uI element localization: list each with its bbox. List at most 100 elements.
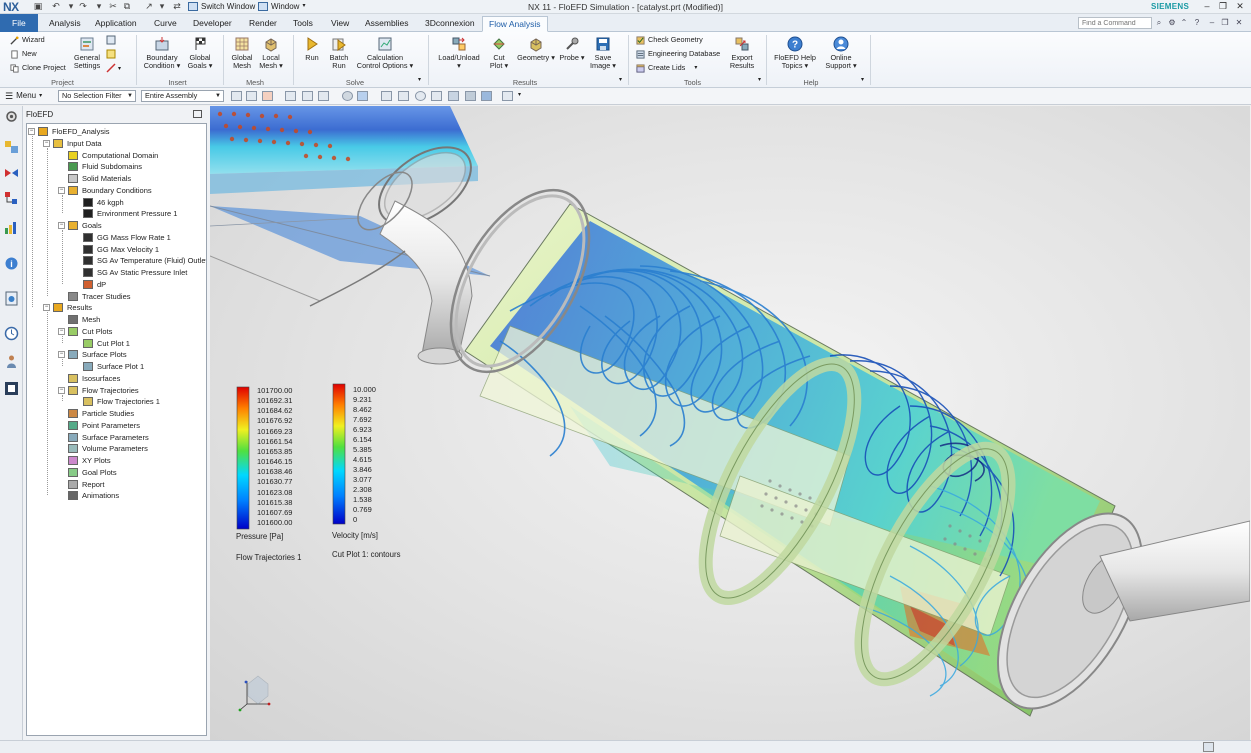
tree-item[interactable]: Mesh <box>58 314 100 325</box>
tree-item[interactable]: − Boundary Conditions <box>58 185 152 196</box>
floefd-analysis-tree-icon[interactable] <box>4 139 19 154</box>
menu-button[interactable]: ☰ Menu ▾ <box>5 90 42 102</box>
dropdown-icon[interactable]: ▾ <box>156 1 168 12</box>
minimize-icon[interactable]: – <box>1200 0 1214 13</box>
results-chart-icon[interactable] <box>4 220 19 235</box>
tab-render[interactable]: Render <box>243 16 283 32</box>
tree-item[interactable]: Point Parameters <box>58 420 140 431</box>
tree-item[interactable]: GG Max Velocity 1 <box>73 244 159 255</box>
collapse-toggle-icon[interactable]: − <box>58 186 65 194</box>
box-select-icon[interactable] <box>318 91 329 101</box>
chevron-down-icon[interactable]: ▾ <box>758 76 761 83</box>
tree-item[interactable]: − Goals <box>58 220 102 231</box>
graphics-viewport[interactable]: 101700.00 101692.31 101684.62 101676.92 1016… <box>210 106 1250 740</box>
engineering-database-button[interactable]: Engineering Database <box>636 49 720 59</box>
chevron-down-icon[interactable]: ▾ <box>118 65 121 72</box>
tab-curve[interactable]: Curve <box>148 16 183 32</box>
tree-item[interactable]: − Results <box>43 302 92 313</box>
tree-item[interactable]: Computational Domain <box>58 150 158 161</box>
restore-icon[interactable]: ❐ <box>1219 17 1231 29</box>
tree-item[interactable]: SG Av Temperature (Fluid) Outlet <box>73 255 206 266</box>
chevron-down-icon[interactable]: ▾ <box>518 91 521 98</box>
fit-view-icon[interactable] <box>381 91 392 101</box>
dropdown-icon[interactable]: ▾ <box>93 1 105 12</box>
roles-icon[interactable] <box>4 354 19 369</box>
system-scenes-icon[interactable] <box>4 381 19 396</box>
tree-item[interactable]: Tracer Studies <box>58 291 131 302</box>
collapse-toggle-icon[interactable]: − <box>58 351 65 359</box>
clip-section-icon[interactable] <box>502 91 513 101</box>
maximize-icon[interactable]: ❐ <box>1216 0 1230 13</box>
cut-icon[interactable]: ✂ <box>107 1 119 12</box>
filter-icon[interactable] <box>302 91 313 101</box>
tab-file[interactable]: File <box>0 14 38 32</box>
close-icon[interactable]: ✕ <box>1233 17 1245 29</box>
repeat-command-icon[interactable]: ⇄ <box>171 1 183 12</box>
tab-assemblies[interactable]: Assemblies <box>359 16 414 32</box>
tree-item[interactable]: − Cut Plots <box>58 326 112 337</box>
chevron-down-icon[interactable]: ▾ <box>861 76 864 83</box>
tree-item[interactable]: Solid Materials <box>58 173 131 184</box>
help-icon[interactable]: ? <box>1191 17 1203 29</box>
snap-point-icon[interactable] <box>231 91 242 101</box>
switch-window-button[interactable]: Switch Window <box>188 1 255 12</box>
pan-icon[interactable] <box>431 91 442 101</box>
command-finder-input[interactable] <box>1078 17 1152 29</box>
probe-button[interactable]: Probe ▾ <box>558 36 586 62</box>
batch-run-button[interactable]: Batch Run <box>326 36 352 70</box>
minimize-icon[interactable]: – <box>1206 17 1218 29</box>
search-icon[interactable]: ⌕ <box>1153 17 1165 29</box>
tree-item[interactable]: Flow Trajectories 1 <box>73 396 160 407</box>
tree-item[interactable]: Surface Parameters <box>58 432 149 443</box>
gear-icon[interactable] <box>4 109 19 124</box>
flow-icon[interactable] <box>4 165 19 180</box>
online-support-button[interactable]: Online Support ▾ <box>822 36 860 70</box>
global-goals-button[interactable]: Global Goals ▾ <box>185 36 215 70</box>
collapse-toggle-icon[interactable]: − <box>58 222 65 229</box>
tree-item[interactable]: Isosurfaces <box>58 373 120 384</box>
check-geometry-button[interactable]: Check Geometry <box>636 35 703 45</box>
settings-icon[interactable]: ⚙ <box>1166 17 1178 29</box>
tree-item[interactable]: Particle Studies <box>58 408 134 419</box>
wizard-button[interactable]: Wizard <box>10 35 45 45</box>
cut-plot-button[interactable]: Cut Plot ▾ <box>486 36 512 70</box>
window-menu-button[interactable]: Window ▾ <box>258 1 305 12</box>
tab-flow-analysis[interactable]: Flow Analysis <box>482 16 548 32</box>
local-mesh-button[interactable]: Local Mesh ▾ <box>257 36 285 70</box>
collapse-toggle-icon[interactable]: − <box>43 304 50 312</box>
chevron-down-icon[interactable]: ▾ <box>418 76 421 83</box>
chevron-up-icon[interactable]: ⌃ <box>1178 17 1190 29</box>
tree-item[interactable]: 46 kgph <box>73 197 124 208</box>
panel-maximize-icon[interactable] <box>193 110 202 118</box>
tree-item[interactable]: − FloEFD_Analysis <box>28 126 110 137</box>
rotate-icon[interactable] <box>415 91 426 101</box>
tree-item[interactable]: XY Plots <box>58 455 111 466</box>
select-feature-icon[interactable] <box>262 91 273 101</box>
selection-icon[interactable]: ↗ <box>143 1 155 12</box>
view-orientation-icon[interactable] <box>448 91 459 101</box>
geometry-button[interactable]: Geometry ▾ <box>517 36 555 62</box>
tab-application[interactable]: Application <box>89 16 143 32</box>
selection-scope-dropdown[interactable]: Entire Assembly ▼ <box>141 90 224 102</box>
calculation-control-options-button[interactable]: Calculation Control Options ▾ <box>353 36 417 70</box>
boundary-condition-button[interactable]: Boundary Condition ▾ <box>140 36 184 70</box>
tree-item[interactable]: Fluid Subdomains <box>58 161 142 172</box>
dropdown-icon[interactable]: ▾ <box>65 1 77 12</box>
clone-project-button[interactable]: Clone Project <box>10 63 66 73</box>
project-tool-icon[interactable] <box>106 35 116 45</box>
tab-analysis[interactable]: Analysis <box>43 16 87 32</box>
tab-3dconnexion[interactable]: 3Dconnexion <box>419 16 481 32</box>
tree-item[interactable]: Report <box>58 479 105 490</box>
deselect-icon[interactable] <box>285 91 296 101</box>
collapse-toggle-icon[interactable]: − <box>58 386 65 394</box>
redo-icon[interactable]: ↷ <box>77 1 89 12</box>
tree-item[interactable]: − Surface Plots <box>58 349 127 360</box>
palette-icon[interactable] <box>4 291 19 306</box>
tab-tools[interactable]: Tools <box>287 16 319 32</box>
tree-item[interactable]: Surface Plot 1 <box>73 361 144 372</box>
web-browser-icon[interactable]: i <box>4 256 19 271</box>
collapse-toggle-icon[interactable]: − <box>58 327 65 335</box>
tab-developer[interactable]: Developer <box>187 16 238 32</box>
undo-icon[interactable]: ↶ <box>50 1 62 12</box>
tree-item[interactable]: SG Av Static Pressure Inlet <box>73 267 187 278</box>
